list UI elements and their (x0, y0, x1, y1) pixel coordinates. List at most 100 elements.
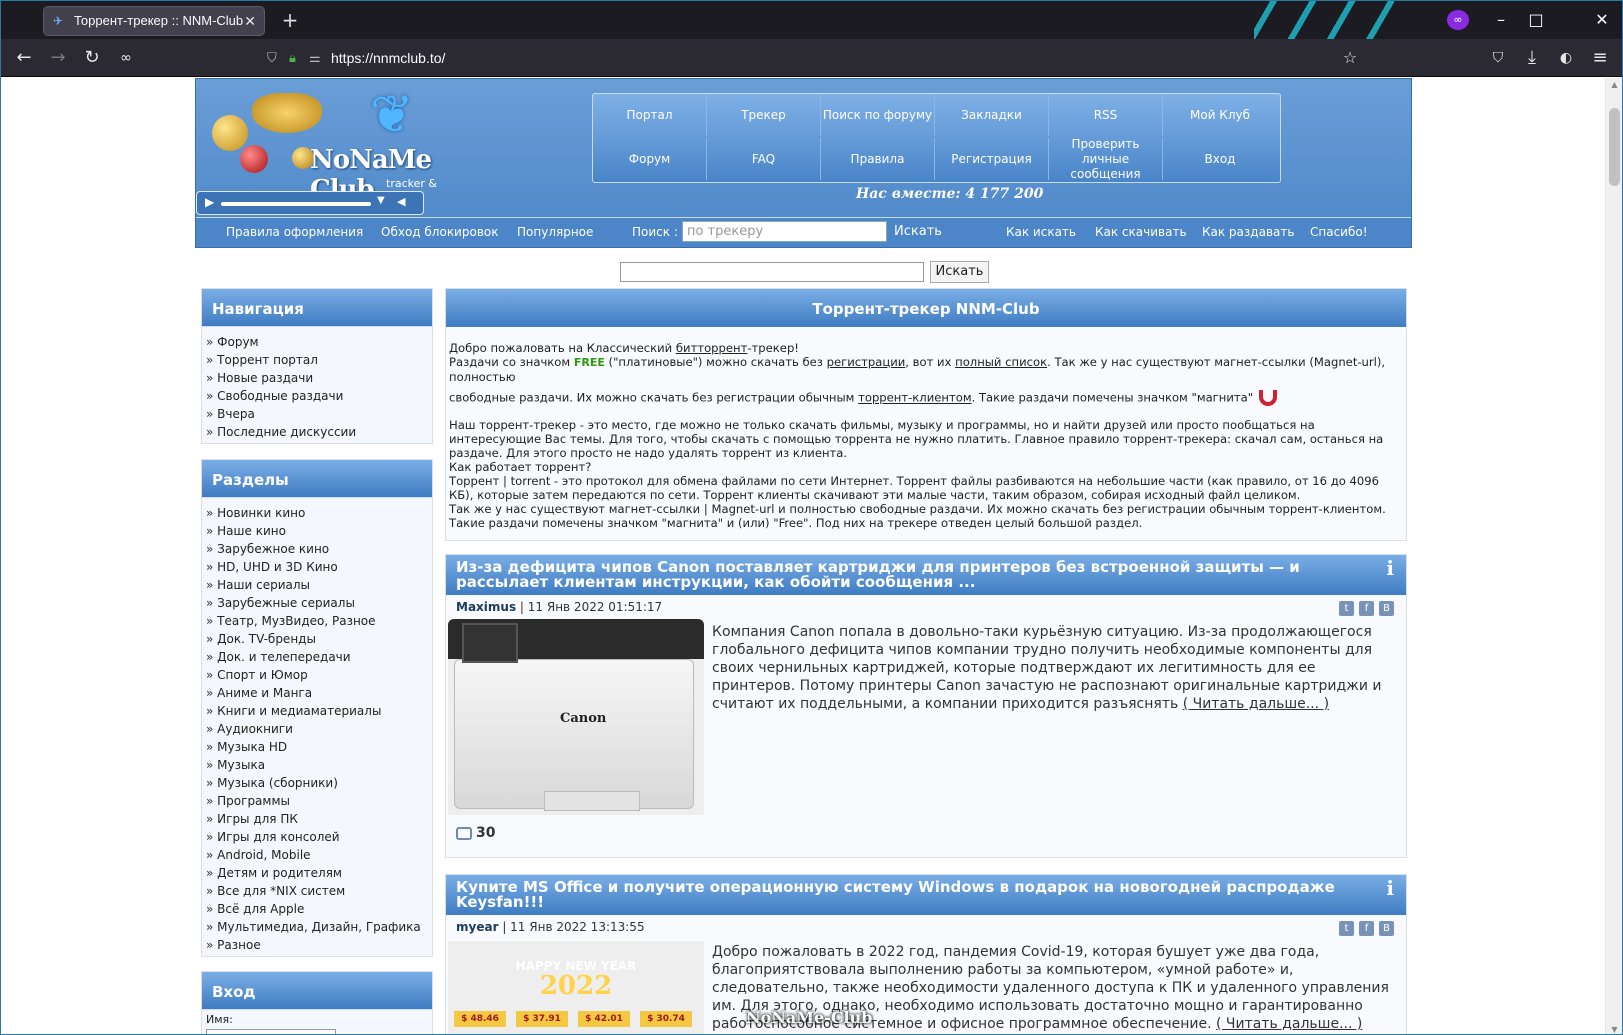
tracker-search-input[interactable]: по трекеру (682, 221, 887, 242)
menu-forum[interactable]: Форум (593, 138, 707, 180)
sidebar-link[interactable]: Всё для Apple (206, 900, 428, 918)
site-search-input[interactable] (620, 262, 924, 282)
sidebar-link[interactable]: Все для *NIX систем (206, 882, 428, 900)
sidebar-link[interactable]: Аниме и Манга (206, 684, 428, 702)
full-list-link[interactable]: полный список (955, 355, 1047, 369)
subnav-formatting-rules[interactable]: Правила оформления (226, 225, 363, 239)
sidebar-link[interactable]: Игры для ПК (206, 810, 428, 828)
sidebar-link[interactable]: Последние дискуссии (206, 423, 428, 441)
login-name-input[interactable] (206, 1029, 336, 1034)
sidebar-link[interactable]: Док. и телепередачи (206, 648, 428, 666)
subnav-popular[interactable]: Популярное (517, 225, 593, 239)
menu-bookmarks[interactable]: Закладки (935, 94, 1049, 136)
subnav-how-to-download[interactable]: Как скачивать (1095, 225, 1187, 239)
menu-register[interactable]: Регистрация (935, 138, 1049, 180)
sidebar-link[interactable]: Торрент портал (206, 351, 428, 369)
back-icon[interactable]: ← (11, 45, 37, 71)
menu-tracker[interactable]: Трекер (707, 94, 821, 136)
sidebar-link[interactable]: Мультимедиа, Дизайн, Графика (206, 918, 428, 936)
sidebar-link[interactable]: Книги и медиаматериалы (206, 702, 428, 720)
sidebar-link[interactable]: Android, Mobile (206, 846, 428, 864)
site-logo[interactable]: ❦ NoNaMe Club tracker & forum (202, 85, 472, 205)
reload-icon[interactable]: ↻ (79, 45, 105, 71)
comments-count[interactable]: 30 (456, 825, 495, 841)
sidebar-link[interactable]: Свободные раздачи (206, 387, 428, 405)
menu-rss[interactable]: RSS (1049, 94, 1163, 136)
sidebar-link[interactable]: Новинки кино (206, 504, 428, 522)
bookmark-star-icon[interactable]: ☆ (1337, 45, 1363, 71)
page-scrollbar[interactable]: ▲ ▼ (1605, 78, 1622, 1034)
read-more-link[interactable]: ( Читать дальше... ) (1216, 1016, 1362, 1032)
player-progress[interactable] (221, 202, 371, 206)
subnav-how-to-seed[interactable]: Как раздавать (1202, 225, 1294, 239)
vk-share-icon[interactable]: B (1379, 601, 1394, 616)
news-title[interactable]: Из-за дефицита чипов Canon поставляет ка… (456, 558, 1300, 591)
facebook-share-icon[interactable]: f (1359, 921, 1374, 936)
menu-hamburger-icon[interactable]: ≡ (1587, 45, 1613, 71)
news-author[interactable]: Maximus (456, 600, 516, 614)
permissions-icon[interactable]: ⚌ (309, 43, 321, 73)
news-author[interactable]: myear (456, 920, 498, 934)
sidebar-link[interactable]: Наше кино (206, 522, 428, 540)
menu-portal[interactable]: Портал (593, 94, 707, 136)
url-text[interactable]: https://nnmclub.to/ (331, 43, 445, 73)
menu-private-messages[interactable]: Проверить личные сообщения (1049, 137, 1163, 181)
account-avatar-icon[interactable]: ◐ (1553, 45, 1579, 71)
site-search-button[interactable]: Искать (930, 261, 989, 283)
bittorrent-link[interactable]: битторрент (676, 341, 747, 355)
facebook-share-icon[interactable]: f (1359, 601, 1374, 616)
sidebar-link[interactable]: Музыка (сборники) (206, 774, 428, 792)
sidebar-link[interactable]: Детям и родителям (206, 864, 428, 882)
sidebar-link[interactable]: Спорт и Юмор (206, 666, 428, 684)
sidebar-link[interactable]: Аудиокниги (206, 720, 428, 738)
menu-my-club[interactable]: Мой Клуб (1163, 94, 1277, 136)
news-image[interactable]: HAPPY NEW YEAR 2022 $ 48.46 $ 37.91 $ 42… (448, 941, 704, 1034)
player-dropdown-icon[interactable]: ▼ (377, 195, 385, 206)
shield-icon[interactable]: ⛉ (267, 43, 277, 73)
subnav-how-to-search[interactable]: Как искать (1006, 225, 1076, 239)
new-tab-button[interactable]: + (277, 7, 303, 33)
sidebar-link[interactable]: Форум (206, 333, 428, 351)
lock-icon[interactable]: 🔒︎ (289, 43, 296, 73)
registration-link[interactable]: регистрации (827, 355, 906, 369)
volume-icon[interactable]: ◀ (397, 195, 405, 208)
news-image[interactable]: Canon (448, 619, 704, 815)
read-more-link[interactable]: ( Читать дальше... ) (1183, 696, 1329, 712)
info-icon[interactable]: i (1386, 878, 1394, 898)
sidebar-link[interactable]: Музыка HD (206, 738, 428, 756)
sidebar-link[interactable]: Программы (206, 792, 428, 810)
twitter-share-icon[interactable]: t (1339, 921, 1354, 936)
sidebar-link[interactable]: Док. TV-бренды (206, 630, 428, 648)
twitter-share-icon[interactable]: t (1339, 601, 1354, 616)
menu-rules[interactable]: Правила (821, 138, 935, 180)
scroll-up-icon[interactable]: ▲ (1609, 80, 1620, 89)
sidebar-link[interactable]: Зарубежное кино (206, 540, 428, 558)
tab-active[interactable]: ✈ Торрент-трекер :: NNM-Club ✕ (43, 6, 265, 36)
sidebar-link[interactable]: Разное (206, 936, 428, 954)
menu-forum-search[interactable]: Поиск по форуму (821, 94, 935, 136)
sidebar-link[interactable]: Вчера (206, 405, 428, 423)
info-icon[interactable]: i (1386, 558, 1394, 578)
sidebar-link[interactable]: Театр, МузВидео, Разное (206, 612, 428, 630)
subnav-bypass-blocks[interactable]: Обход блокировок (381, 225, 498, 239)
menu-faq[interactable]: FAQ (707, 138, 821, 180)
close-window-icon[interactable]: ✕ (1590, 9, 1614, 31)
scroll-thumb[interactable] (1609, 108, 1620, 186)
sidebar-link[interactable]: HD, UHD и 3D Кино (206, 558, 428, 576)
forward-icon[interactable]: → (45, 45, 71, 71)
minimize-icon[interactable]: – (1489, 9, 1513, 31)
subnav-thanks[interactable]: Спасибо! (1310, 225, 1368, 239)
sidebar-link[interactable]: Новые раздачи (206, 369, 428, 387)
sidebar-link[interactable]: Игры для консолей (206, 828, 428, 846)
scroll-down-icon[interactable]: ▼ (1609, 1025, 1620, 1034)
pocket-icon[interactable]: ⛉ (1485, 45, 1511, 71)
sidebar-link[interactable]: Музыка (206, 756, 428, 774)
sidebar-link[interactable]: Зарубежные сериалы (206, 594, 428, 612)
news-title[interactable]: Купите MS Office и получите операционную… (456, 878, 1335, 911)
close-tab-icon[interactable]: ✕ (244, 7, 256, 35)
tracker-search-button[interactable]: Искать (894, 224, 942, 239)
play-icon[interactable]: ▶ (205, 195, 214, 209)
torrent-client-link[interactable]: торрент-клиентом (858, 391, 971, 405)
maximize-icon[interactable]: □ (1524, 9, 1548, 31)
sidebar-link[interactable]: Наши сериалы (206, 576, 428, 594)
